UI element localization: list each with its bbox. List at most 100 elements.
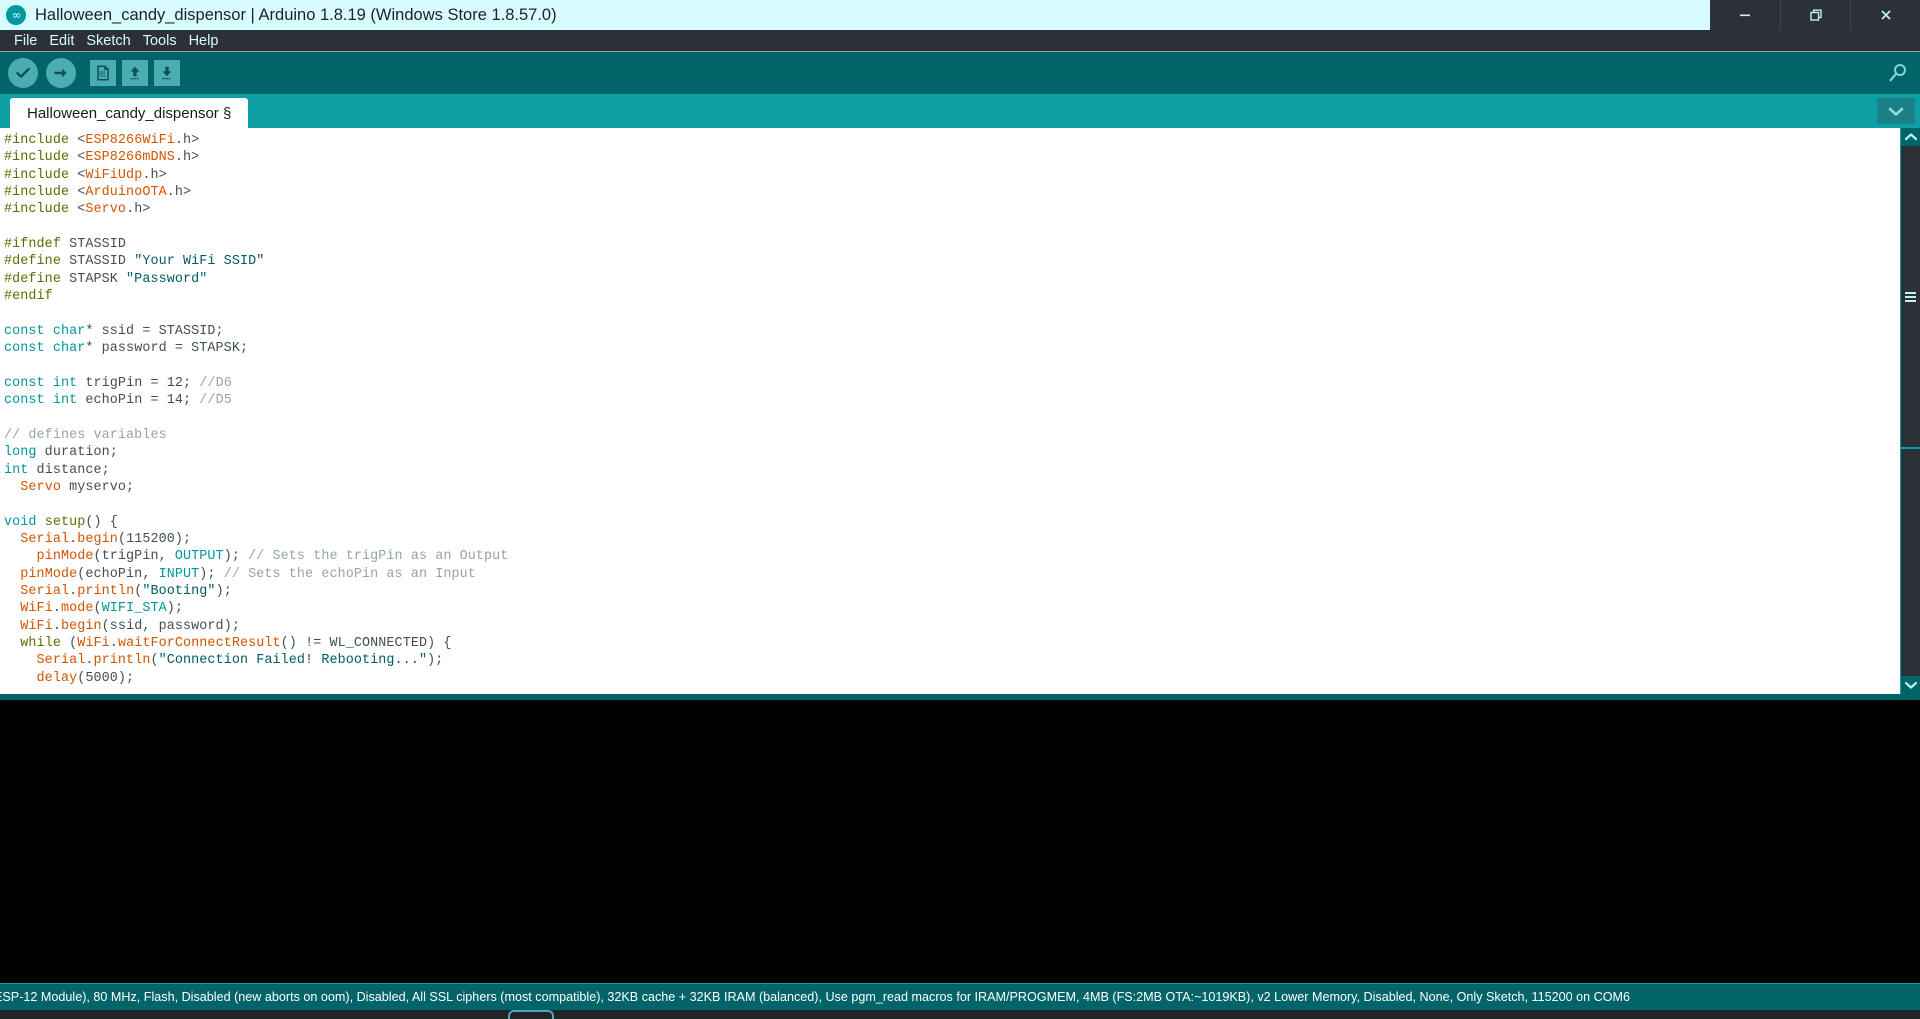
tab-halloween-candy-dispensor[interactable]: Halloween_candy_dispensor § bbox=[10, 98, 248, 128]
scroll-down-button[interactable] bbox=[1901, 676, 1920, 694]
code-token bbox=[37, 515, 45, 530]
code-token: (115200); bbox=[118, 532, 191, 547]
chevron-up-icon bbox=[1904, 132, 1918, 142]
code-token: const bbox=[4, 393, 45, 408]
close-button[interactable] bbox=[1850, 0, 1920, 30]
code-token: ); bbox=[199, 567, 223, 582]
code-editor[interactable]: #include <ESP8266WiFi.h>#include <ESP826… bbox=[0, 128, 1900, 694]
console-output bbox=[0, 700, 1920, 983]
editor-vertical-scrollbar[interactable] bbox=[1900, 128, 1920, 694]
arrow-right-icon bbox=[52, 64, 70, 82]
chevron-down-icon bbox=[1886, 104, 1906, 118]
arrow-up-icon bbox=[126, 64, 144, 82]
menu-item-edit[interactable]: Edit bbox=[43, 31, 80, 51]
code-line: // defines variables bbox=[4, 427, 1900, 444]
code-line: long duration; bbox=[4, 444, 1900, 461]
code-token: * password = STAPSK; bbox=[85, 341, 248, 356]
code-token: (trigPin, bbox=[94, 549, 175, 564]
code-token: ); bbox=[224, 549, 248, 564]
code-token: OUTPUT bbox=[175, 549, 224, 564]
code-token: INPUT bbox=[159, 567, 200, 582]
code-token: #define bbox=[4, 254, 61, 269]
code-line: #include <ESP8266mDNS.h> bbox=[4, 149, 1900, 166]
code-token: mode bbox=[61, 601, 94, 616]
menu-item-sketch[interactable]: Sketch bbox=[80, 31, 136, 51]
code-token: echoPin = 14; bbox=[77, 393, 199, 408]
code-token: . bbox=[85, 653, 93, 668]
code-token: // defines variables bbox=[4, 428, 167, 443]
code-token: ); bbox=[427, 653, 443, 668]
code-token: . bbox=[110, 636, 118, 651]
code-token: println bbox=[77, 584, 134, 599]
code-token: "Your WiFi SSID" bbox=[134, 254, 264, 269]
arduino-logo-icon: ∞ bbox=[6, 5, 26, 25]
code-token: #ifndef bbox=[4, 237, 61, 252]
code-token bbox=[4, 480, 20, 495]
code-line bbox=[4, 410, 1900, 427]
code-token: Servo bbox=[85, 202, 126, 217]
code-token: (echoPin, bbox=[77, 567, 158, 582]
new-file-icon bbox=[94, 64, 112, 82]
code-token: println bbox=[94, 653, 151, 668]
minimize-button[interactable] bbox=[1710, 0, 1780, 30]
code-token: . bbox=[53, 601, 61, 616]
code-token: ESP8266WiFi bbox=[85, 133, 175, 148]
arrow-down-icon bbox=[158, 64, 176, 82]
code-line: #include <ArduinoOTA.h> bbox=[4, 184, 1900, 201]
maximize-button[interactable] bbox=[1780, 0, 1850, 30]
scrollbar-track[interactable] bbox=[1901, 146, 1920, 676]
code-token: int bbox=[4, 463, 28, 478]
editor-area: #include <ESP8266WiFi.h>#include <ESP826… bbox=[0, 128, 1920, 694]
new-button[interactable] bbox=[90, 60, 116, 86]
menu-bar: File Edit Sketch Tools Help bbox=[0, 30, 1920, 52]
minimize-icon bbox=[1737, 7, 1753, 23]
code-token bbox=[4, 567, 20, 582]
grip-icon bbox=[1905, 290, 1916, 304]
save-button[interactable] bbox=[154, 60, 180, 86]
code-token: Serial bbox=[20, 532, 69, 547]
tab-menu-button[interactable] bbox=[1877, 98, 1915, 124]
code-token: //D6 bbox=[199, 376, 232, 391]
menu-item-file[interactable]: File bbox=[8, 31, 43, 51]
title-bar: ∞ Halloween_candy_dispensor | Arduino 1.… bbox=[0, 0, 1920, 30]
code-token: STAPSK bbox=[61, 272, 126, 287]
code-token: distance; bbox=[28, 463, 109, 478]
scroll-up-button[interactable] bbox=[1901, 128, 1920, 146]
code-token: pinMode bbox=[20, 567, 77, 582]
menu-item-help[interactable]: Help bbox=[183, 31, 225, 51]
code-token: STASSID bbox=[61, 254, 134, 269]
open-button[interactable] bbox=[122, 60, 148, 86]
code-token: pinMode bbox=[37, 549, 94, 564]
code-line: Serial.begin(115200); bbox=[4, 531, 1900, 548]
upload-button[interactable] bbox=[46, 58, 76, 88]
code-line: Servo myservo; bbox=[4, 479, 1900, 496]
code-token bbox=[4, 601, 20, 616]
board-status-text: ESP-12 Module), 80 MHz, Flash, Disabled … bbox=[0, 990, 1636, 1004]
toolbar bbox=[0, 52, 1920, 94]
code-line: #endif bbox=[4, 288, 1900, 305]
code-token: char bbox=[53, 324, 86, 339]
code-token: WiFi bbox=[77, 636, 110, 651]
magnifier-icon bbox=[1887, 62, 1909, 84]
code-token bbox=[45, 376, 53, 391]
code-token: myservo; bbox=[61, 480, 134, 495]
code-token: while bbox=[20, 636, 61, 651]
verify-button[interactable] bbox=[8, 58, 38, 88]
code-line: const int echoPin = 14; //D5 bbox=[4, 392, 1900, 409]
code-line bbox=[4, 219, 1900, 236]
code-token: setup bbox=[45, 515, 86, 530]
code-line: const int trigPin = 12; //D6 bbox=[4, 375, 1900, 392]
code-line: pinMode(echoPin, INPUT); // Sets the ech… bbox=[4, 566, 1900, 583]
code-line: delay(5000); bbox=[4, 670, 1900, 687]
code-token: STASSID bbox=[61, 237, 126, 252]
code-line: pinMode(trigPin, OUTPUT); // Sets the tr… bbox=[4, 548, 1900, 565]
code-token: . bbox=[53, 619, 61, 634]
code-token bbox=[4, 532, 20, 547]
scrollbar-thumb[interactable] bbox=[1901, 146, 1920, 449]
code-token: begin bbox=[77, 532, 118, 547]
serial-monitor-button[interactable] bbox=[1884, 59, 1912, 87]
code-line: #define STAPSK "Password" bbox=[4, 271, 1900, 288]
code-token: WIFI_STA bbox=[102, 601, 167, 616]
code-line: void setup() { bbox=[4, 514, 1900, 531]
menu-item-tools[interactable]: Tools bbox=[137, 31, 183, 51]
